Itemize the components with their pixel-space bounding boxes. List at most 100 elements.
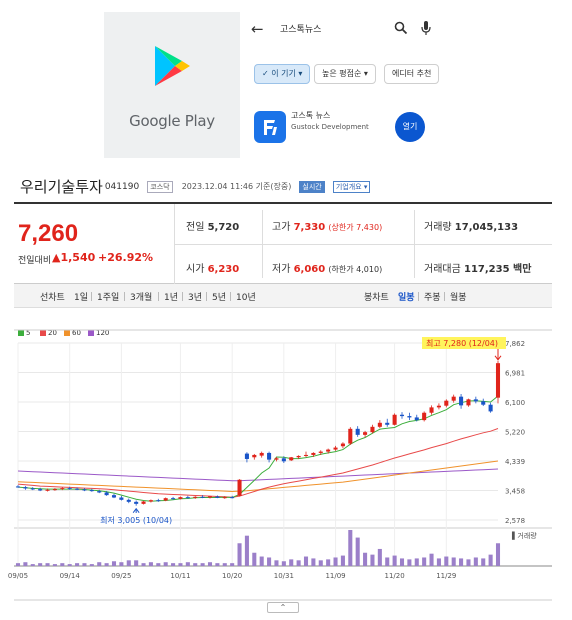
chip-this-device[interactable]: ✓ 이 기기 ▾	[254, 64, 311, 84]
x-tick-label: 09/14	[60, 572, 81, 580]
volume-bar	[281, 561, 286, 566]
volume-bar	[215, 563, 220, 566]
candle-body	[60, 488, 65, 490]
tab-1day[interactable]: 1일	[74, 290, 88, 303]
y-tick-label: 6,981	[505, 370, 525, 378]
google-play-logo-panel: Google Play	[104, 12, 240, 158]
tab-1week[interactable]: 1주일	[97, 290, 119, 303]
y-tick-label: 4,339	[505, 458, 525, 466]
google-play-icon	[155, 46, 190, 86]
volume-label: ▌거래량	[511, 531, 537, 540]
volume-bar	[230, 563, 235, 566]
tab-monthly[interactable]: 월봉	[450, 290, 467, 303]
volume-bar	[377, 548, 382, 566]
realtime-badge[interactable]: 실시간	[299, 180, 325, 193]
chip-editors-choice[interactable]: 에디터 추천	[384, 64, 440, 84]
change-label: 전일대비	[18, 256, 52, 266]
candle-body	[178, 497, 183, 499]
candle-body	[289, 457, 294, 461]
volume-bar	[303, 556, 309, 566]
search-icon[interactable]	[394, 21, 408, 35]
candle-body	[119, 497, 124, 500]
volume-bar	[89, 564, 94, 566]
tab-line-chart[interactable]: 선차트	[40, 290, 65, 303]
candle-body	[473, 399, 478, 402]
volume-bar	[104, 563, 109, 566]
volume-bar	[252, 552, 257, 566]
volume-bar	[119, 562, 124, 566]
candle-body	[267, 452, 272, 460]
trading-amount: 거래대금 117,235 백만	[424, 264, 532, 275]
volume-bar	[459, 558, 464, 566]
candle-body	[134, 501, 139, 504]
candle-body	[303, 454, 309, 456]
candle-body	[429, 407, 434, 413]
volume-bar	[466, 559, 471, 566]
candle-body	[52, 489, 57, 491]
volume-bar	[259, 556, 264, 566]
back-arrow-icon[interactable]: ←	[251, 20, 264, 38]
volume-bar	[38, 563, 43, 566]
tab-daily[interactable]: 일봉	[398, 290, 415, 303]
y-tick-label: 6,100	[505, 399, 525, 407]
volume-bar	[15, 563, 21, 566]
tab-candle-chart[interactable]: 봉차트	[364, 290, 389, 303]
candle-body	[163, 498, 168, 501]
candle-body	[311, 452, 316, 455]
collapse-button[interactable]: ⌃	[267, 602, 299, 613]
candle-body	[244, 453, 249, 459]
volume-bar	[185, 562, 190, 566]
volume-bar	[451, 557, 456, 566]
candle-body	[399, 414, 405, 417]
volume-bar	[193, 563, 198, 566]
candle-body	[185, 497, 190, 499]
tab-weekly[interactable]: 주봉	[424, 290, 441, 303]
volume-bar	[296, 560, 301, 566]
volume-bar	[237, 543, 242, 566]
stock-header: 우리기술투자 041190 코스닥 2023.12.04 11:46 기준(장중)…	[20, 176, 371, 196]
volume-bar	[348, 530, 353, 566]
candle-body	[318, 451, 323, 453]
candle-body	[495, 363, 501, 398]
max-price-label: 최고 7,280 (12/04)	[426, 338, 498, 348]
volume-bar	[289, 559, 294, 566]
volume-bar	[126, 560, 131, 566]
timestamp: 2023.12.04 11:46 기준(장중)	[181, 182, 292, 191]
open-button[interactable]: 열기	[395, 112, 425, 142]
app-icon[interactable]	[254, 111, 286, 143]
volume-bar	[407, 559, 412, 566]
candle-body	[436, 405, 441, 408]
candle-body	[104, 492, 109, 496]
tab-1year[interactable]: 1년	[164, 290, 178, 303]
candle-body	[15, 486, 21, 488]
x-tick-label: 10/31	[274, 572, 294, 580]
stock-candle-chart[interactable]: 7,862 6,981 6,100 5,220 4,339 3,458 2,578 09/05…	[0, 320, 572, 620]
candle-body	[45, 489, 50, 491]
volume-bar	[244, 535, 249, 566]
x-tick-label: 10/11	[170, 572, 190, 580]
candle-body	[89, 490, 94, 492]
volume-bar	[97, 562, 102, 566]
tab-3years[interactable]: 3년	[188, 290, 202, 303]
microphone-icon[interactable]	[420, 20, 432, 36]
company-overview-button[interactable]: 기업개요 ▾	[332, 180, 371, 193]
volume-bar	[363, 552, 368, 566]
candle-body	[193, 496, 198, 498]
chip-high-rating[interactable]: 높은 평점순 ▾	[314, 64, 376, 84]
change-amount: ▲1,540	[52, 251, 96, 264]
tab-5years[interactable]: 5년	[212, 290, 226, 303]
candle-body	[237, 479, 242, 496]
google-play-search-panel: ← 고스톡뉴스 ✓ 이 기기 ▾ 높은 평점순 ▾ 에디터 추천 고스톡 뉴스 …	[250, 12, 490, 158]
volume-bar	[326, 559, 331, 566]
volume-bar	[52, 564, 57, 566]
app-name[interactable]: 고스톡 뉴스	[291, 110, 330, 121]
search-query[interactable]: 고스톡뉴스	[280, 22, 321, 35]
volume-bar	[45, 563, 50, 566]
volume-bar	[414, 558, 419, 566]
x-tick-label: 09/25	[111, 572, 131, 580]
tab-3months[interactable]: 3개월	[130, 290, 152, 303]
candle-body	[385, 422, 390, 425]
tab-10years[interactable]: 10년	[236, 290, 256, 303]
y-tick-label: 2,578	[505, 517, 525, 525]
candle-body	[392, 414, 397, 425]
